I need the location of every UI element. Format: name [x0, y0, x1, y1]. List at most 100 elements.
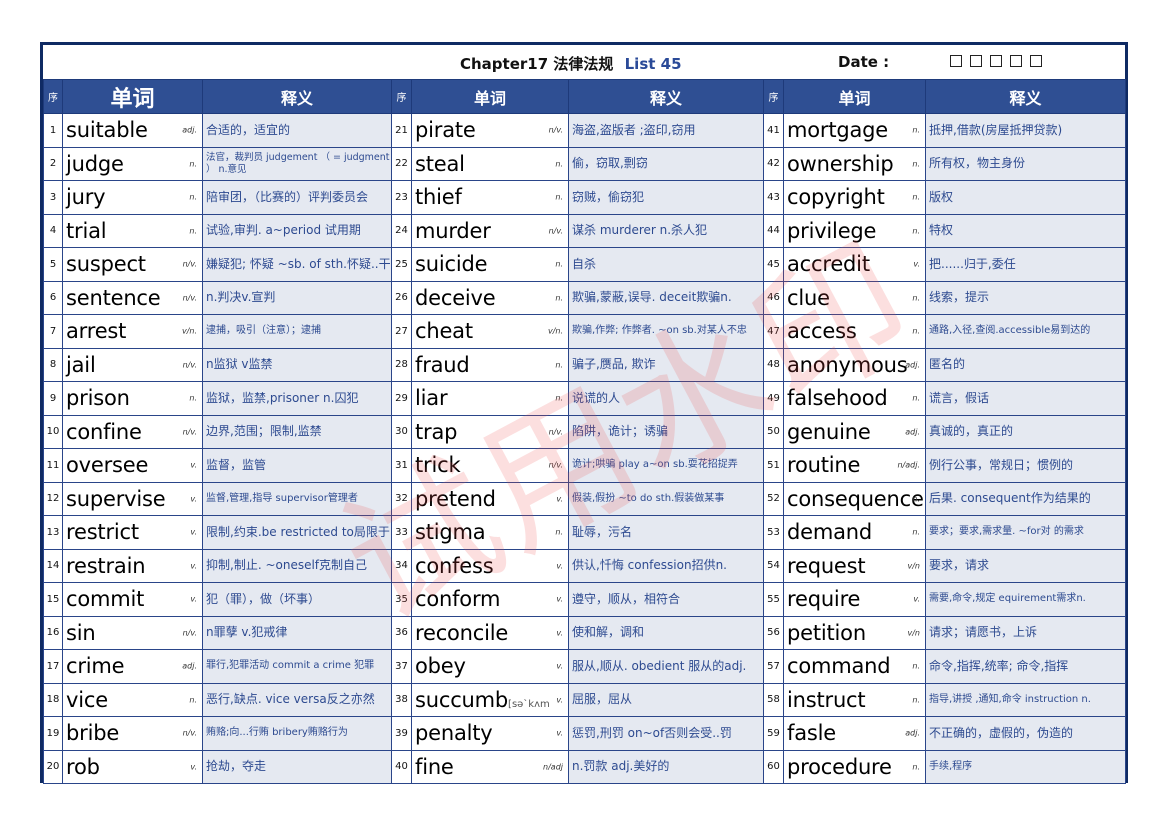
table-row: 9 prison n. 监狱，监禁,prisoner n.囚犯 29 liar n. 说谎的人… — [43, 381, 1126, 416]
entry-part-of-speech: n. — [189, 226, 197, 236]
entry-number: 11 — [43, 448, 63, 483]
entry-number: 29 — [391, 381, 412, 416]
entry-part-of-speech: v. — [190, 762, 197, 772]
entry-definition: 遵守，顺从，相符合 — [568, 582, 764, 617]
word-table: 序 单词 释义 序 单词 释义 序 单词 释义 1 suitable adj. 合适的… — [43, 79, 1126, 784]
entry-word-cell: suspect n/v. — [62, 247, 203, 282]
entry-word-cell: instruct n. — [783, 682, 926, 717]
entry-number: 27 — [391, 314, 412, 349]
entry-word-cell: rob v. — [62, 749, 203, 784]
entry-word-cell: falsehood n. — [783, 381, 926, 416]
entry-part-of-speech: v/n — [907, 561, 921, 571]
table-row: 13 restrict v. 限制,约束.be restricted to局限于 33 s… — [43, 515, 1126, 550]
entry-part-of-speech: n. — [912, 695, 920, 705]
entry-definition: 抑制,制止. ~oneself克制自己 — [202, 548, 392, 583]
entry-word: routine — [787, 453, 861, 478]
entry-word: sentence — [66, 285, 161, 310]
date-checkboxes — [950, 55, 1042, 67]
entry-word: cheat — [415, 319, 473, 344]
entry-part-of-speech: v. — [913, 259, 920, 269]
entry-word: sin — [66, 620, 96, 645]
col-header-definition: 释义 — [925, 79, 1126, 114]
entry-number: 2 — [43, 146, 63, 181]
entry-word: anonymous — [787, 352, 908, 377]
entry-part-of-speech: n. — [189, 159, 197, 169]
entry-word: commit — [66, 587, 145, 612]
entry-word: genuine — [787, 419, 871, 444]
entry-word-cell: confess v. — [411, 548, 569, 583]
entry-definition: 供认,忏悔 confession招供n. — [568, 548, 764, 583]
entry-definition: 版权 — [925, 180, 1126, 215]
entry-number: 57 — [763, 649, 784, 684]
entry-definition: 海盗,盗版者 ;盗印,窃用 — [568, 113, 764, 148]
entry-word-cell: stigma n. — [411, 515, 569, 550]
entry-part-of-speech: v. — [190, 494, 197, 504]
entry-number: 58 — [763, 682, 784, 717]
table-row: 18 vice n. 恶行,缺点. vice versa反之亦然 38 succumb[s… — [43, 682, 1126, 717]
date-box[interactable] — [970, 55, 982, 67]
entry-definition: n.罚款 adj.美好的 — [568, 749, 764, 784]
entry-number: 48 — [763, 347, 784, 382]
entry-word-cell: commit v. — [62, 582, 203, 617]
entry-part-of-speech: n/v. — [182, 728, 197, 738]
entry-word-cell: fasle adj. — [783, 716, 926, 751]
entry-definition: 贿赂;向...行贿 bribery贿赂行为 — [202, 716, 392, 751]
entry-part-of-speech: v. — [913, 594, 920, 604]
entry-word: fraud — [415, 352, 470, 377]
entry-word-cell: liar n. — [411, 381, 569, 416]
vocabulary-sheet: Chapter17 法律法规 List 45 Date : 序 单词 释义 序 … — [40, 42, 1128, 784]
entry-word-cell: crime adj. — [62, 649, 203, 684]
entry-part-of-speech: adj. — [182, 125, 197, 135]
entry-word: accredit — [787, 252, 870, 277]
entry-word: bribe — [66, 721, 120, 746]
entry-word: confine — [66, 419, 142, 444]
entry-word-cell: trick n/v. — [411, 448, 569, 483]
table-row: 6 sentence n/v. n.判决v.宣判 26 deceive n. 欺骗,蒙蔽,误导… — [43, 280, 1126, 315]
date-box[interactable] — [950, 55, 962, 67]
entry-number: 17 — [43, 649, 63, 684]
date-box[interactable] — [1010, 55, 1022, 67]
entry-definition: n监狱 v监禁 — [202, 347, 392, 382]
entry-word-cell: trial n. — [62, 213, 203, 248]
entry-word: murder — [415, 218, 491, 243]
date-box[interactable] — [990, 55, 1002, 67]
entry-definition: 特权 — [925, 213, 1126, 248]
entry-number: 28 — [391, 347, 412, 382]
entry-number: 44 — [763, 213, 784, 248]
entry-number: 20 — [43, 749, 63, 784]
entry-part-of-speech: n/v. — [182, 293, 197, 303]
entry-definition: 试验,审判. a~period 试用期 — [202, 213, 392, 248]
entry-word-cell: suitable adj. — [62, 113, 203, 148]
entry-definition: 合适的，适宜的 — [202, 113, 392, 148]
entry-word-cell: ownership n. — [783, 146, 926, 181]
entry-word: clue — [787, 285, 830, 310]
title-bar: Chapter17 法律法规 List 45 Date : — [43, 45, 1125, 81]
entry-part-of-speech: n. — [912, 293, 920, 303]
entry-word: conform — [415, 587, 501, 612]
entry-definition: 陪审团，（比赛的）评判委员会 — [202, 180, 392, 215]
entry-word-cell: request v/n — [783, 548, 926, 583]
entry-number: 32 — [391, 481, 412, 516]
entry-number: 23 — [391, 180, 412, 215]
entry-part-of-speech: n/v. — [182, 628, 197, 638]
entry-part-of-speech: v. — [556, 561, 563, 571]
entry-part-of-speech: n/v. — [548, 226, 563, 236]
entry-word-cell: steal n. — [411, 146, 569, 181]
date-box[interactable] — [1030, 55, 1042, 67]
entry-definition: 犯（罪），做（坏事） — [202, 582, 392, 617]
entry-number: 12 — [43, 481, 63, 516]
entry-word: arrest — [66, 319, 127, 344]
entry-part-of-speech: v. — [190, 561, 197, 571]
entry-part-of-speech: adj. — [905, 360, 920, 370]
entry-number: 10 — [43, 414, 63, 449]
entry-word: pretend — [415, 486, 496, 511]
table-row: 17 crime adj. 罪行,犯罪活动 commit a crime 犯罪 37 ob… — [43, 649, 1126, 684]
entry-part-of-speech: n/v. — [182, 427, 197, 437]
entry-part-of-speech: n. — [912, 159, 920, 169]
table-row: 5 suspect n/v. 嫌疑犯; 怀疑 ~sb. of sth.怀疑..干.. 2… — [43, 247, 1126, 282]
entry-definition: n罪孽 v.犯戒律 — [202, 615, 392, 650]
entry-number: 38 — [391, 682, 412, 717]
entry-part-of-speech: n/v. — [182, 259, 197, 269]
entry-number: 5 — [43, 247, 63, 282]
entry-number: 22 — [391, 146, 412, 181]
